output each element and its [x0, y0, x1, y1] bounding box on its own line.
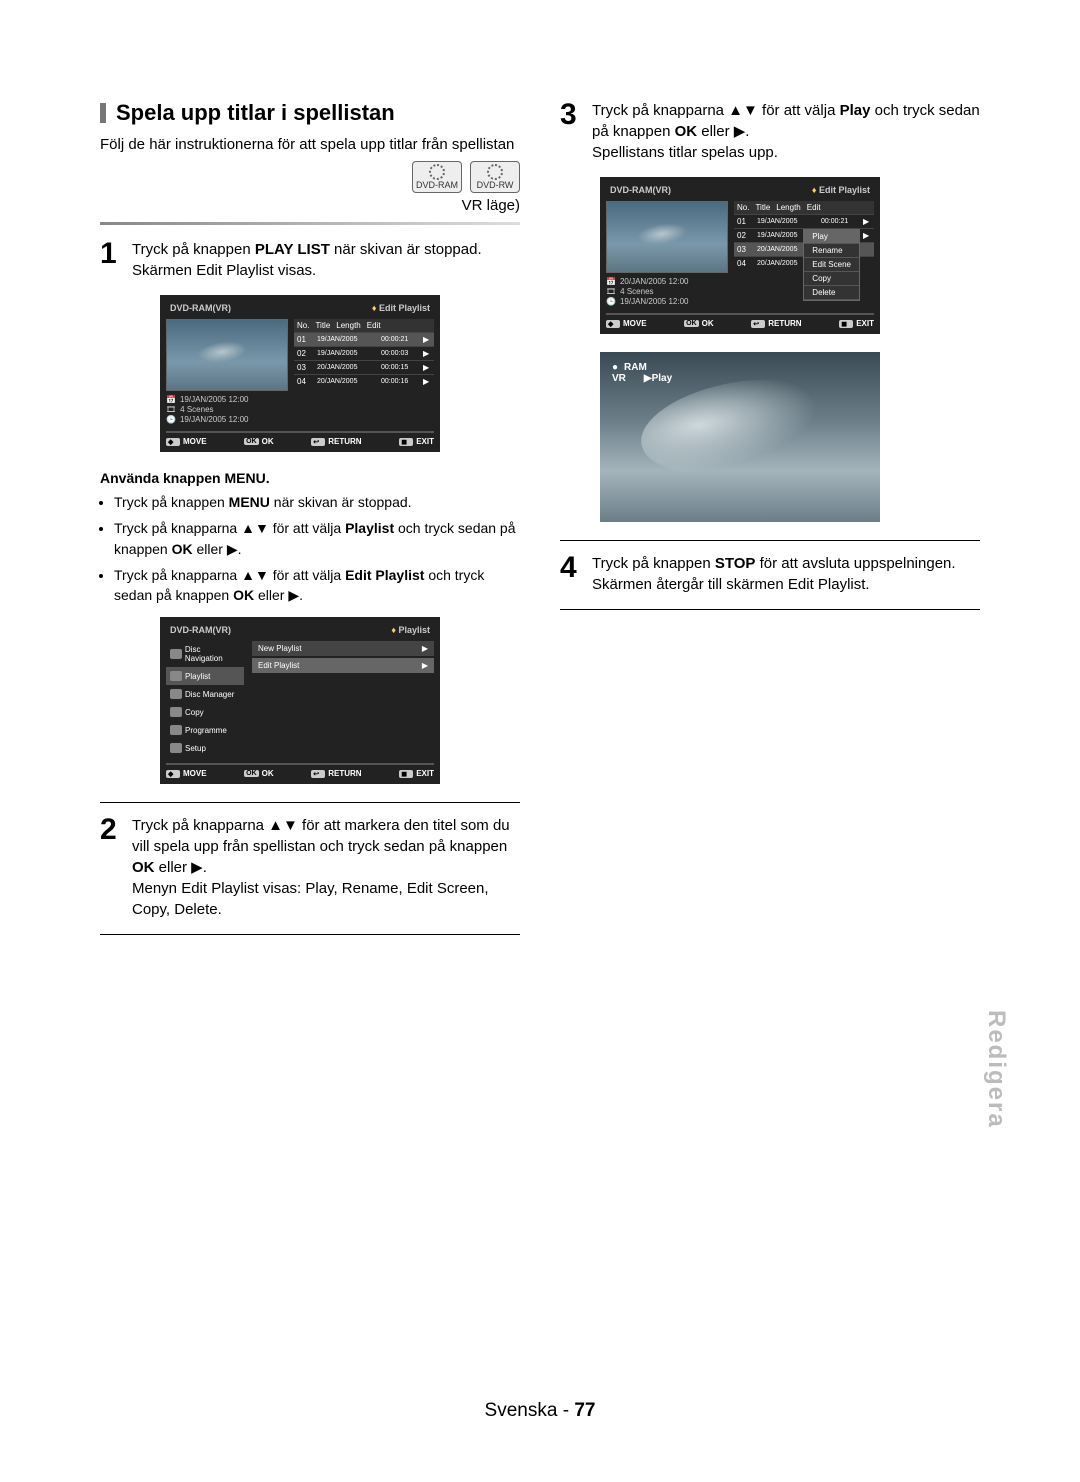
vr-mode-label: VR läge)	[100, 197, 520, 214]
screen1-meta: 📅19/JAN/2005 12:00 🎞4 Scenes 🕒19/JAN/200…	[166, 395, 288, 424]
two-column-layout: Spela upp titlar i spellistan Följ de hä…	[100, 100, 980, 947]
screen2-sidemenu: Disc Navigation Playlist Disc Manager Co…	[166, 641, 244, 757]
screen2-rightmenu: New Playlist▶ Edit Playlist▶	[252, 641, 434, 757]
intro-text: Följ de här instruktionerna för att spel…	[100, 136, 520, 153]
list-row: 0219/JAN/200500:00:03▶	[294, 346, 434, 360]
divider-thin	[100, 934, 520, 935]
screen1-type: DVD-RAM(VR)	[170, 303, 231, 313]
screen1-title: Edit Playlist	[379, 303, 430, 313]
screen-playback: ●RAM VR▶Play	[600, 352, 880, 522]
section-title-text: Spela upp titlar i spellistan	[116, 100, 395, 126]
screen2-footer: ◆MOVE OKOK ↩RETURN ◼EXIT	[166, 763, 434, 778]
step-4: 4 Tryck på knappen STOP för att avsluta …	[560, 553, 980, 595]
step-1-num: 1	[100, 239, 122, 281]
list-row: 0420/JAN/200500:00:16▶	[294, 374, 434, 388]
playlist-thumbnail	[166, 319, 288, 391]
step-2: 2 Tryck på knapparna ▲▼ för att markera …	[100, 815, 520, 920]
playback-overlay: ●RAM VR▶Play	[612, 362, 672, 384]
disc-icons: DVD-RAM DVD-RW	[100, 161, 520, 193]
step-1: 1 Tryck på knappen PLAY LIST när skivan …	[100, 239, 520, 281]
list-row: 0119/JAN/200500:00:21▶	[294, 332, 434, 346]
screen-edit-playlist-1: DVD-RAM(VR) ♦ Edit Playlist 📅19/JAN/2005…	[160, 295, 440, 452]
divider-thin	[560, 540, 980, 541]
divider-grad	[100, 222, 520, 225]
step-1-text: Tryck på knappen PLAY LIST när skivan är…	[132, 239, 520, 281]
divider-thin	[100, 802, 520, 803]
screen-playlist-menu: DVD-RAM(VR) ♦ Playlist Disc Navigation P…	[160, 617, 440, 784]
manual-page: Spela upp titlar i spellistan Följ de hä…	[0, 0, 1080, 1440]
menu-bullets: Tryck på knappen MENU när skivan är stop…	[100, 492, 520, 605]
divider-thin	[560, 609, 980, 610]
step-3: 3 Tryck på knapparna ▲▼ för att välja Pl…	[560, 100, 980, 163]
playback-image: ●RAM VR▶Play	[600, 352, 880, 522]
section-title: Spela upp titlar i spellistan	[100, 100, 520, 126]
edit-context-menu: Play Rename Edit Scene Copy Delete	[803, 229, 860, 301]
screen1-list: No. Title Length Edit 0119/JAN/200500:00…	[294, 319, 434, 425]
dvd-rw-icon: DVD-RW	[470, 161, 520, 193]
menu-heading: Använda knappen MENU.	[100, 470, 520, 486]
right-column: 3 Tryck på knapparna ▲▼ för att välja Pl…	[560, 100, 980, 947]
dvd-ram-icon: DVD-RAM	[412, 161, 462, 193]
list-row: 0320/JAN/200500:00:15▶	[294, 360, 434, 374]
left-column: Spela upp titlar i spellistan Följ de hä…	[100, 100, 520, 947]
screen1-footer: ◆MOVE OKOK ↩RETURN ◼EXIT	[166, 431, 434, 446]
side-tab: Redigera	[982, 1010, 1010, 1129]
page-footer: Svenska - 77	[0, 1400, 1080, 1422]
screen-edit-playlist-2: DVD-RAM(VR) ♦ Edit Playlist 📅20/JAN/2005…	[600, 177, 880, 334]
playlist-thumbnail	[606, 201, 728, 273]
section-bar-icon	[100, 103, 106, 123]
